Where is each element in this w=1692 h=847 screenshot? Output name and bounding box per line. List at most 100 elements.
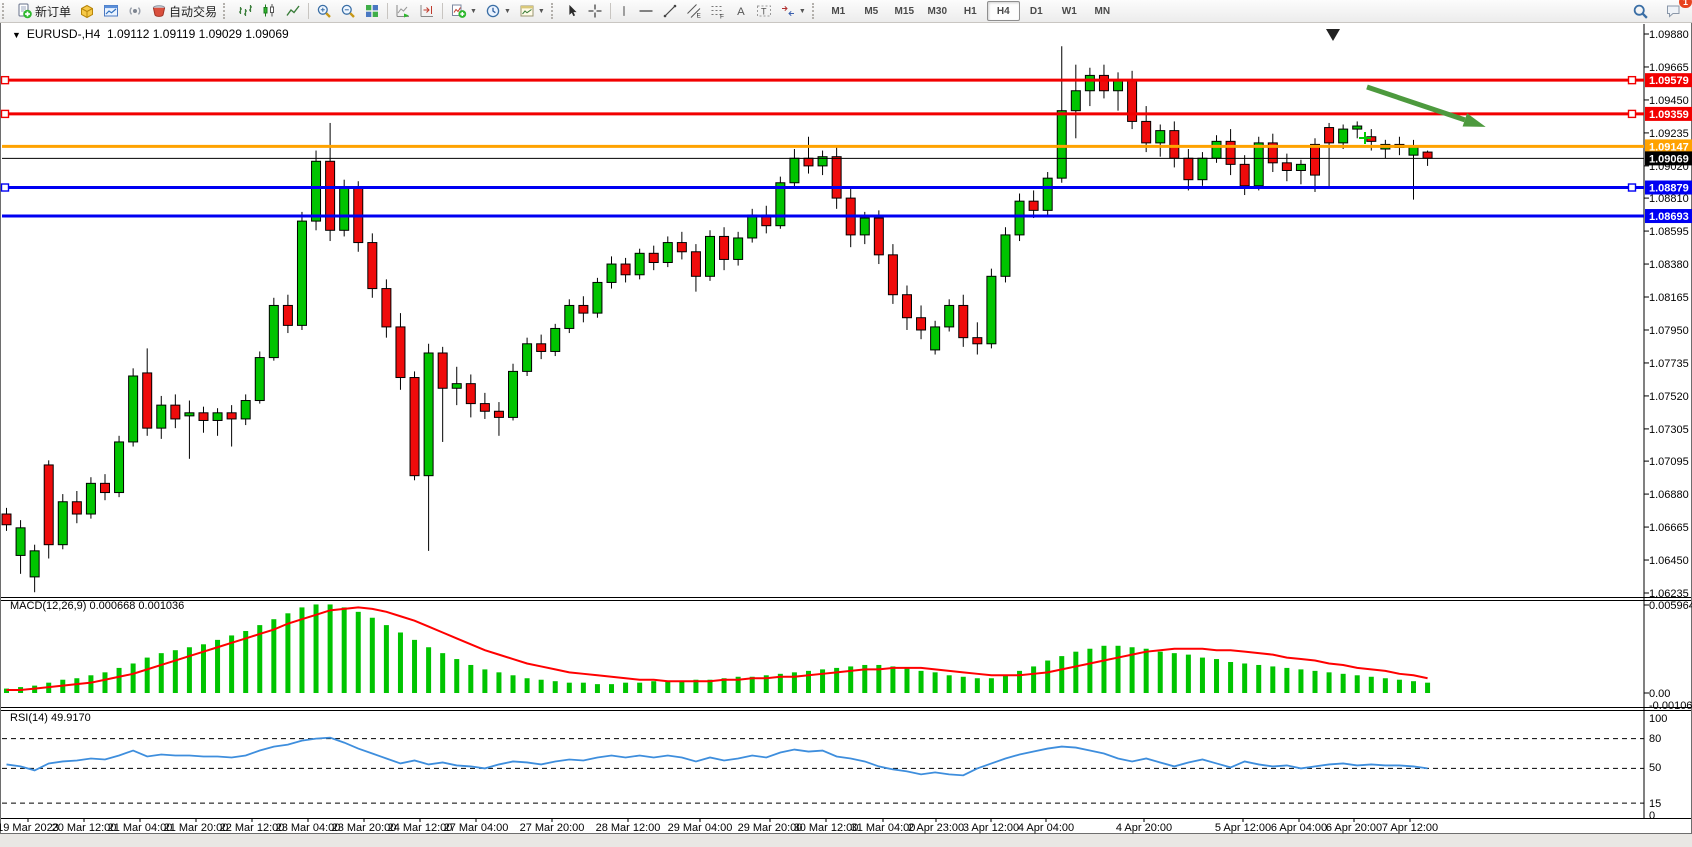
arrows-button[interactable]: ▼ [776, 0, 810, 22]
candle-body [494, 411, 503, 417]
toolbar-separator [387, 3, 388, 19]
new-order-button[interactable]: 新订单 [12, 0, 75, 22]
toolbar-grip[interactable] [551, 3, 558, 19]
date-tick-label: 6 Apr 04:00 [1271, 822, 1327, 834]
candle-body [269, 305, 278, 357]
cross-marker-annotation[interactable] [1359, 132, 1371, 144]
text-label-button[interactable]: T [752, 0, 776, 22]
macd-histogram-bar [539, 680, 544, 693]
date-tick-label: 27 Mar 04:00 [444, 822, 509, 834]
cursor-button[interactable] [561, 0, 583, 22]
candle-body [1071, 91, 1080, 111]
text-button[interactable]: A [730, 0, 752, 22]
macd-histogram-bar [1228, 662, 1233, 693]
macd-histogram-bar [904, 668, 909, 693]
periods-button[interactable]: ▼ [481, 0, 515, 22]
date-tick-label: 3 Apr 12:00 [963, 822, 1019, 834]
autotrading-button-label: 自动交易 [169, 3, 217, 20]
bar-chart-mode-button[interactable] [233, 0, 257, 22]
tab-timeframe-D1[interactable]: D1 [1020, 1, 1053, 21]
rsi-axis-label: 80 [1649, 733, 1661, 745]
tab-timeframe-H4[interactable]: H4 [987, 1, 1020, 21]
chart-shift-icon [419, 3, 435, 19]
candle-body [115, 442, 124, 493]
chart-shift-button[interactable] [415, 0, 439, 22]
line-handle[interactable] [1629, 77, 1636, 84]
auto-scroll-button[interactable] [391, 0, 415, 22]
tab-timeframe-H1[interactable]: H1 [954, 1, 987, 21]
rsi-axis-label: 100 [1649, 713, 1667, 725]
price-line-badge-label: 1.09359 [1649, 109, 1689, 121]
toolbar-grip[interactable] [812, 3, 819, 19]
templates-button[interactable]: ▼ [515, 0, 549, 22]
signal-button[interactable] [123, 0, 147, 22]
tab-timeframe-M15[interactable]: M15 [888, 1, 921, 21]
date-axis[interactable]: 19 Mar 202320 Mar 12:0021 Mar 04:0021 Ma… [0, 819, 1438, 834]
tile-windows-button[interactable] [360, 0, 384, 22]
zoom-in-icon [316, 3, 332, 19]
tab-timeframe-M30[interactable]: M30 [921, 1, 954, 21]
chevron-down-icon[interactable]: ▼ [504, 8, 511, 15]
rsi-pane[interactable]: 1008050150 [2, 713, 1667, 822]
tab-timeframe-M1[interactable]: M1 [822, 1, 855, 21]
equidistant-channel-button[interactable]: E [682, 0, 706, 22]
candle-body [917, 318, 926, 330]
macd-histogram-bar [1411, 681, 1416, 693]
candle-body [1170, 131, 1179, 159]
candle-body [902, 295, 911, 318]
crosshair-button[interactable] [583, 0, 607, 22]
toolbar-grip[interactable] [223, 3, 230, 19]
price-line-badge-label: 1.09069 [1649, 153, 1689, 165]
search-icon [1632, 3, 1649, 20]
line-handle[interactable] [1629, 184, 1636, 191]
zoom-in-button[interactable] [312, 0, 336, 22]
macd-histogram-bar [651, 681, 656, 693]
tab-timeframe-W1[interactable]: W1 [1053, 1, 1086, 21]
toolbar-grip[interactable] [2, 3, 9, 19]
chat-button[interactable]: 1 [1661, 0, 1686, 22]
candlestick-mode-button[interactable] [257, 0, 281, 22]
chevron-down-icon[interactable]: ▼ [538, 8, 545, 15]
candle-body [1353, 126, 1362, 129]
candle-body [1254, 143, 1263, 186]
macd-histogram-bar [102, 672, 107, 693]
candle-body [58, 502, 67, 545]
price-chart-canvas[interactable]: 1.098801.096651.094501.092351.090201.088… [0, 0, 1692, 847]
autotrading-button[interactable]: 自动交易 [147, 0, 221, 22]
package-button[interactable] [75, 0, 99, 22]
line-chart-mode-button[interactable] [281, 0, 305, 22]
line-handle[interactable] [2, 110, 9, 117]
macd-histogram-bar [1298, 669, 1303, 693]
chart-window-button[interactable] [99, 0, 123, 22]
candle-body [551, 328, 560, 351]
line-handle[interactable] [2, 77, 9, 84]
horizontal-line-button[interactable] [634, 0, 658, 22]
chevron-down-icon[interactable]: ▼ [799, 8, 806, 15]
fibonacci-button[interactable]: F [706, 0, 730, 22]
macd-histogram-bar [1369, 677, 1374, 693]
tab-timeframe-MN[interactable]: MN [1086, 1, 1119, 21]
chart-symbol-label: EURUSD-,H4 [27, 27, 100, 41]
bars-chart-icon [237, 3, 253, 19]
price-tick-label: 1.08165 [1649, 292, 1689, 304]
zoom-out-button[interactable] [336, 0, 360, 22]
macd-histogram-bar [1425, 683, 1430, 693]
candle-body [241, 401, 250, 419]
search-button[interactable] [1628, 0, 1653, 22]
line-handle[interactable] [1629, 110, 1636, 117]
chart-shift-marker-icon[interactable] [1326, 29, 1340, 41]
candle-body [30, 551, 39, 577]
macd-histogram-bar [328, 604, 333, 693]
macd-histogram-bar [1327, 672, 1332, 693]
candle-body [1156, 131, 1165, 143]
macd-histogram-bar [1116, 646, 1121, 693]
vertical-line-button[interactable] [614, 0, 634, 22]
line-handle[interactable] [2, 184, 9, 191]
chevron-down-icon[interactable]: ▼ [470, 8, 477, 15]
chart-title-collapse-icon[interactable]: ▼ [12, 30, 21, 40]
trendline-button[interactable] [658, 0, 682, 22]
macd-pane[interactable]: 0.0059640.00-0.001069 [4, 600, 1692, 712]
indicators-button[interactable]: ▼ [446, 0, 481, 22]
tab-timeframe-M5[interactable]: M5 [855, 1, 888, 21]
price-tick-label: 1.07095 [1649, 456, 1689, 468]
